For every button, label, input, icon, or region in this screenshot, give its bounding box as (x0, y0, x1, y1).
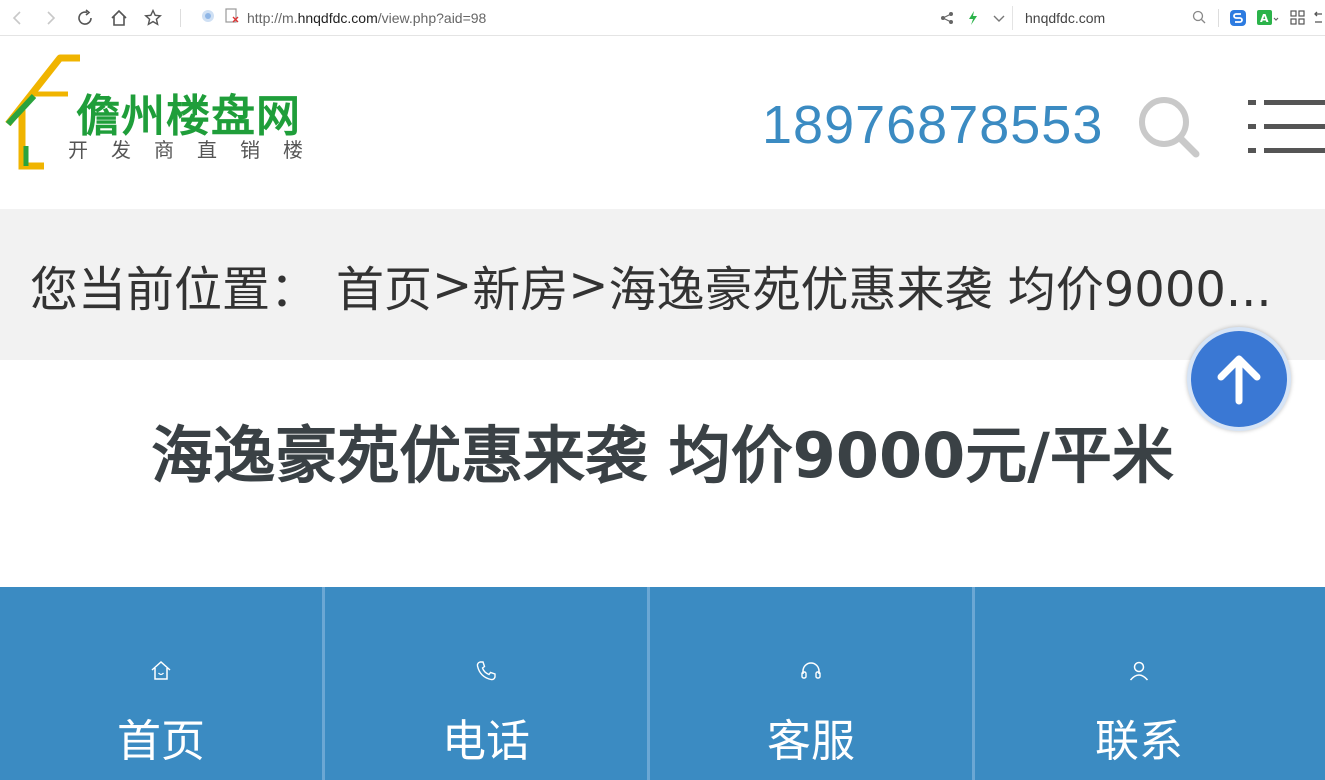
address-bar[interactable]: http://m. hnqdfdc.com/view.php?aid=98 (191, 0, 486, 36)
bottom-nav-phone[interactable]: 电话 (325, 587, 650, 780)
reload-icon[interactable] (68, 0, 102, 36)
bottom-nav-label: 电话 (442, 716, 530, 767)
logo-sub-char: 直 (197, 138, 217, 162)
undo-icon[interactable] (1311, 0, 1325, 36)
header-phone[interactable]: 18976878553 (762, 94, 1103, 156)
menu-icon[interactable] (1246, 98, 1325, 158)
breadcrumb-separator: > (432, 256, 473, 313)
apps-grid-icon[interactable] (1285, 0, 1311, 36)
phone-icon (476, 661, 496, 681)
insecure-page-icon (225, 8, 239, 27)
toolbar-divider (180, 8, 181, 27)
home-icon (151, 660, 171, 680)
bottom-nav-label: 首页 (117, 716, 205, 767)
breadcrumb-current: 海逸豪苑优惠来袭 均价9000... (608, 261, 1272, 318)
home-nav-icon[interactable] (102, 0, 136, 36)
headset-icon (801, 662, 821, 679)
bookmark-star-icon[interactable] (136, 0, 170, 36)
svg-text:A: A (1260, 12, 1269, 25)
site-header: 儋州楼盘网 开 发 商 直 销 楼 18976878553 (0, 36, 1325, 209)
user-icon (1129, 661, 1149, 681)
breadcrumb: 您当前位置： 首页 > 新房 > 海逸豪苑优惠来袭 均价9000... (0, 209, 1325, 360)
bottom-nav-label: 客服 (767, 716, 855, 767)
extension-s-icon[interactable] (1225, 0, 1251, 36)
chevron-down-icon[interactable] (986, 0, 1012, 36)
translate-icon[interactable]: A (1251, 0, 1285, 36)
logo-sub-char: 销 (240, 138, 260, 162)
search-icon[interactable] (1136, 94, 1202, 160)
site-logo[interactable]: 儋州楼盘网 开 发 商 直 销 楼 (4, 54, 334, 174)
logo-sub-char: 开 (68, 138, 88, 162)
bottom-nav-label: 联系 (1095, 716, 1183, 767)
back-icon[interactable] (0, 0, 34, 36)
url-path: /view.php?aid=98 (377, 9, 487, 26)
browser-search-text: hnqdfdc.com (1025, 10, 1106, 26)
arrow-up-icon (1217, 355, 1261, 405)
site-security-icon (201, 9, 215, 26)
breadcrumb-category-link[interactable]: 新房 (472, 250, 568, 320)
url-prefix: http://m. (247, 9, 298, 26)
bottom-nav-service[interactable]: 客服 (650, 587, 975, 780)
url-domain: hnqdfdc.com (297, 9, 378, 26)
bottom-nav-home[interactable]: 首页 (0, 587, 325, 780)
browser-search-input[interactable]: hnqdfdc.com (1012, 6, 1212, 30)
bottom-nav-contact[interactable]: 联系 (975, 587, 1303, 780)
breadcrumb-home-link[interactable]: 首页 (336, 250, 432, 320)
bottom-nav: 首页 电话 客服 联系 (0, 587, 1325, 780)
logo-sub-char: 楼 (283, 138, 303, 162)
lightning-icon[interactable] (960, 0, 986, 36)
article-title: 海逸豪苑优惠来袭 均价9000元/平米 (151, 419, 1174, 492)
magnifier-icon[interactable] (1192, 10, 1206, 27)
breadcrumb-label: 您当前位置： (30, 261, 319, 318)
browser-right-tools: hnqdfdc.com A (934, 0, 1325, 36)
forward-icon[interactable] (34, 0, 68, 36)
logo-sub-char: 发 (111, 138, 131, 162)
browser-toolbar: http://m. hnqdfdc.com/view.php?aid=98 hnq… (0, 0, 1325, 36)
share-icon[interactable] (934, 0, 960, 36)
logo-subtitle: 开 发 商 直 销 楼 (68, 134, 303, 163)
toolbar-divider-right (1218, 9, 1219, 27)
logo-sub-char: 商 (154, 138, 174, 162)
breadcrumb-separator: > (568, 256, 609, 313)
